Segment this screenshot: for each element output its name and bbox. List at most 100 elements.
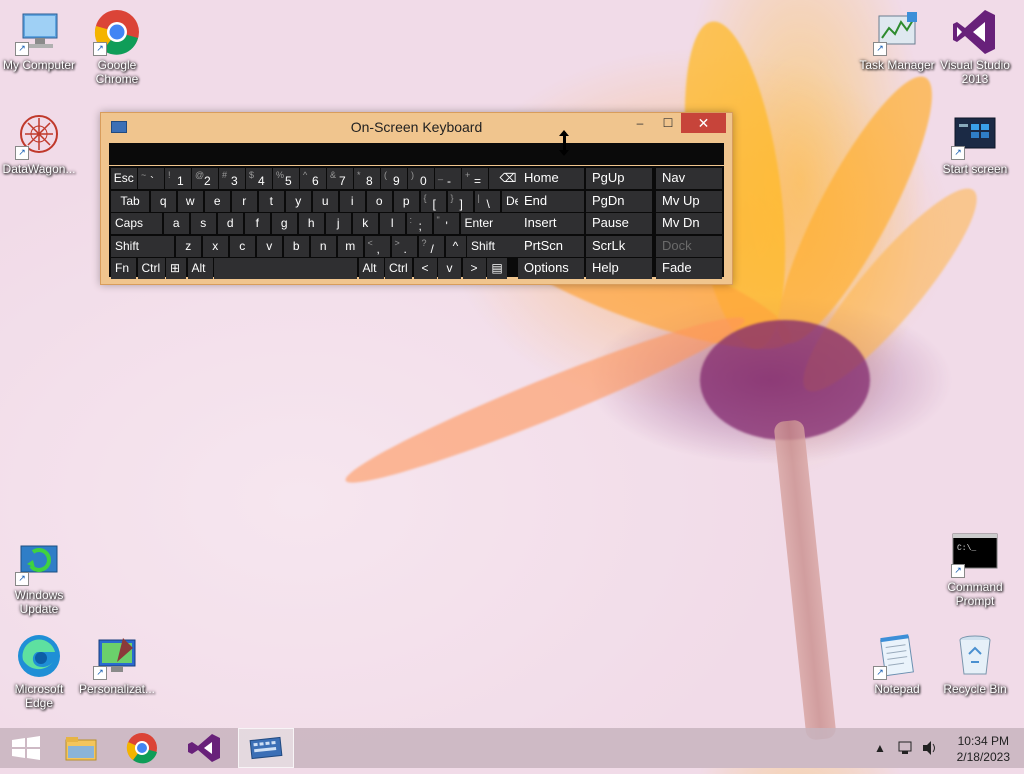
key-,[interactable]: <, — [364, 235, 390, 257]
down-arrow-key[interactable]: v — [438, 258, 461, 279]
key-g[interactable]: g — [271, 213, 297, 234]
key-10[interactable]: (9 — [381, 168, 407, 189]
key-h[interactable]: h — [298, 213, 324, 234]
key-\[interactable]: | \ — [474, 190, 500, 212]
key-3[interactable]: @2 — [192, 168, 218, 189]
key-t[interactable]: t — [258, 190, 284, 212]
enter-key[interactable]: Enter — [460, 213, 527, 234]
key-pgdn[interactable]: PgDn — [586, 190, 652, 212]
key-insert[interactable]: Insert — [518, 213, 584, 234]
key-end[interactable]: End — [518, 190, 584, 212]
key-k[interactable]: k — [352, 213, 378, 234]
key-[[interactable]: {[ — [420, 190, 446, 212]
key-/[interactable]: ? / — [418, 235, 444, 257]
desktop-icon-my-computer[interactable]: ↗ My Computer — [0, 8, 78, 72]
key-dock[interactable]: Dock — [656, 235, 722, 257]
taskbar-file-explorer[interactable] — [56, 728, 112, 768]
key-7[interactable]: ^ 6 — [300, 168, 326, 189]
key-s[interactable]: s — [190, 213, 216, 234]
left-shift-key[interactable]: Shift — [111, 235, 174, 257]
desktop-icon-recycle-bin[interactable]: Recycle Bin — [936, 632, 1014, 696]
minimize-button[interactable]: – — [627, 113, 653, 133]
desktop-icon-command-prompt[interactable]: C:\_ ↗ Command Prompt — [936, 530, 1014, 608]
key-j[interactable]: j — [325, 213, 351, 234]
key-11[interactable]: ) 0 — [408, 168, 434, 189]
windows-key[interactable]: ⊞ — [166, 258, 186, 279]
taskbar-visual-studio[interactable] — [176, 728, 232, 768]
maximize-button[interactable]: ☐ — [655, 113, 681, 133]
desktop-icon-visual-studio[interactable]: Visual Studio 2013 — [936, 8, 1014, 86]
key-home[interactable]: Home — [518, 168, 584, 189]
volume-icon[interactable] — [921, 728, 939, 768]
menu-key[interactable]: ▤ — [487, 258, 507, 279]
desktop-icon-datawagon[interactable]: ↗ DataWagon... — [0, 112, 78, 176]
key-l[interactable]: l — [379, 213, 405, 234]
key-x[interactable]: x — [202, 235, 228, 257]
key-options[interactable]: Options — [518, 258, 584, 279]
key-6[interactable]: % 5 — [273, 168, 299, 189]
taskbar-on-screen-keyboard[interactable] — [238, 728, 294, 768]
desktop-icon-notepad[interactable]: ↗ Notepad — [858, 632, 936, 696]
key-f[interactable]: f — [244, 213, 270, 234]
taskbar-google-chrome[interactable] — [114, 728, 170, 768]
space-key[interactable] — [214, 258, 357, 279]
key-e[interactable]: e — [204, 190, 230, 212]
key-c[interactable]: c — [229, 235, 255, 257]
desktop-icon-start-screen[interactable]: ↗ Start screen — [936, 112, 1014, 176]
key-nav[interactable]: Nav — [656, 168, 722, 189]
ctrl-key[interactable]: Ctrl — [137, 258, 165, 279]
tray-show-hidden-icon[interactable]: ▲ — [874, 728, 886, 768]
start-button[interactable] — [0, 728, 56, 768]
left-arrow-key[interactable]: < — [413, 258, 437, 279]
fn-key[interactable]: Fn — [111, 258, 136, 279]
key-q[interactable]: q — [150, 190, 176, 212]
on-screen-keyboard-window[interactable]: On-Screen Keyboard – ☐ ✕ Esc ~ `! 1 @2 #3 $4% 5… — [100, 112, 733, 285]
close-button[interactable]: ✕ — [681, 113, 726, 133]
key-r[interactable]: r — [231, 190, 257, 212]
key-scrlk[interactable]: ScrLk — [586, 235, 652, 257]
desktop-icon-google-chrome[interactable]: ↗ Google Chrome — [78, 8, 156, 86]
desktop-icon-windows-update[interactable]: ↗ Windows Update — [0, 538, 78, 616]
right-shift-key[interactable]: Shift — [467, 235, 519, 257]
key-i[interactable]: i — [339, 190, 365, 212]
key-m[interactable]: m — [337, 235, 363, 257]
key-13[interactable]: + = — [462, 168, 488, 189]
up-arrow-key[interactable]: ^ — [445, 235, 466, 257]
key-v[interactable]: v — [256, 235, 282, 257]
key-d[interactable]: d — [217, 213, 243, 234]
key-w[interactable]: w — [177, 190, 203, 212]
caps-key[interactable]: Caps — [111, 213, 162, 234]
key-n[interactable]: n — [310, 235, 336, 257]
key-][interactable]: }] — [447, 190, 473, 212]
key-.[interactable]: >. — [391, 235, 417, 257]
key-9[interactable]: * 8 — [354, 168, 380, 189]
key-1[interactable]: ~ ` — [138, 168, 164, 189]
key-5[interactable]: $4 — [246, 168, 272, 189]
key-8[interactable]: & 7 — [327, 168, 353, 189]
key-prtscn[interactable]: PrtScn — [518, 235, 584, 257]
key-mv-dn[interactable]: Mv Dn — [656, 213, 722, 234]
desktop-icon-task-manager[interactable]: ↗ Task Manager — [858, 8, 936, 72]
key-help[interactable]: Help — [586, 258, 652, 279]
key-pgup[interactable]: PgUp — [586, 168, 652, 189]
desktop-icon-microsoft-edge[interactable]: Microsoft Edge — [0, 632, 78, 710]
osk-titlebar[interactable]: On-Screen Keyboard – ☐ ✕ — [101, 113, 732, 141]
key-fade[interactable]: Fade — [656, 258, 722, 279]
key-a[interactable]: a — [163, 213, 189, 234]
key-12[interactable]: _ - — [435, 168, 461, 189]
esc-key[interactable]: Esc — [111, 168, 137, 189]
key-u[interactable]: u — [312, 190, 338, 212]
network-icon[interactable] — [897, 728, 915, 768]
right-alt-key[interactable]: Alt — [358, 258, 384, 279]
key-;[interactable]: :; — [406, 213, 432, 234]
alt-key[interactable]: Alt — [187, 258, 213, 279]
key-p[interactable]: p — [393, 190, 419, 212]
key-o[interactable]: o — [366, 190, 392, 212]
key-pause[interactable]: Pause — [586, 213, 652, 234]
key-2[interactable]: ! 1 — [165, 168, 191, 189]
right-ctrl-key[interactable]: Ctrl — [385, 258, 412, 279]
key-y[interactable]: y — [285, 190, 311, 212]
tab-key[interactable]: Tab — [111, 190, 149, 212]
right-arrow-key[interactable]: > — [462, 258, 486, 279]
key-4[interactable]: #3 — [219, 168, 245, 189]
